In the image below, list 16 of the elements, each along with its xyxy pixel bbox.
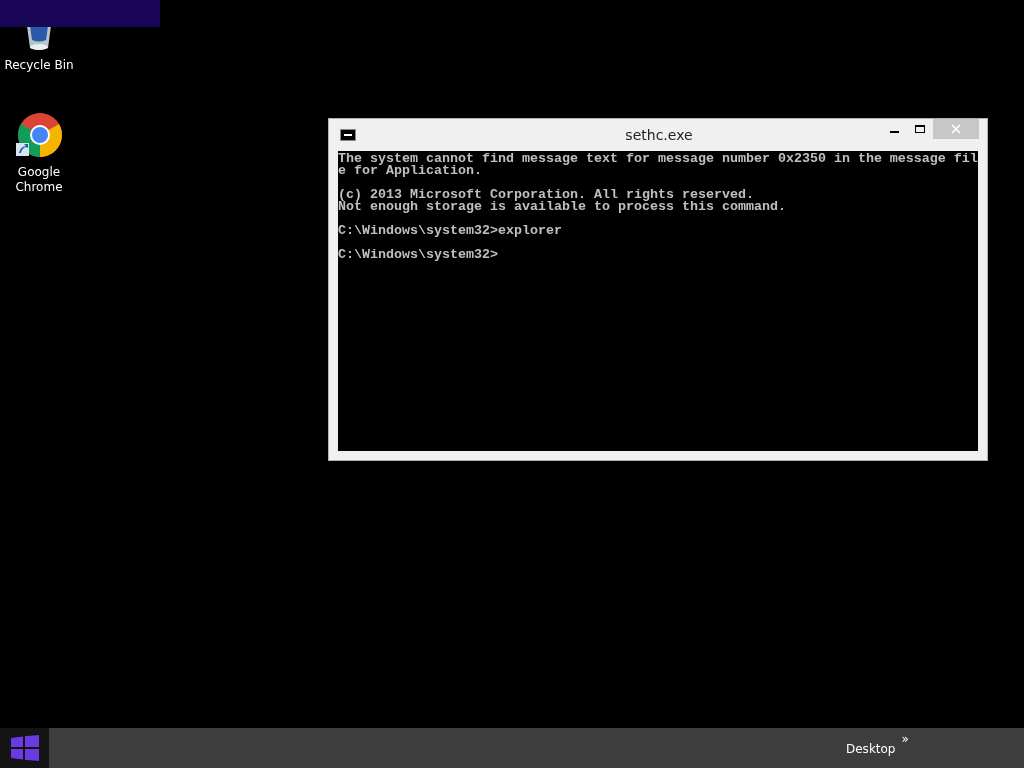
console-line: The system cannot find message text for message number 0x2350 in the message fil — [338, 153, 978, 165]
icon-label[interactable]: Google Chrome — [4, 165, 74, 195]
window-title: sethc.exe — [624, 125, 694, 145]
chrome-icon — [16, 113, 62, 159]
toolbar-label[interactable]: Desktop — [846, 740, 896, 758]
icon-label[interactable]: Recycle Bin — [4, 58, 74, 73]
console-line: Not enough storage is available to process this command. — [338, 201, 787, 213]
console-line: e for Application. — [338, 165, 483, 177]
console-line: C:\Windows\system32> — [338, 249, 499, 261]
start-button[interactable] — [0, 728, 49, 768]
recycle-bin-icon — [24, 26, 54, 52]
console-line: (c) 2013 Microsoft Corporation. All rights reserved. — [338, 189, 754, 201]
windows-logo-icon — [10, 735, 39, 761]
chevron-icon[interactable]: » — [901, 730, 909, 748]
console-icon — [340, 129, 356, 141]
console-line: C:\Windows\system32>explorer — [338, 225, 563, 237]
